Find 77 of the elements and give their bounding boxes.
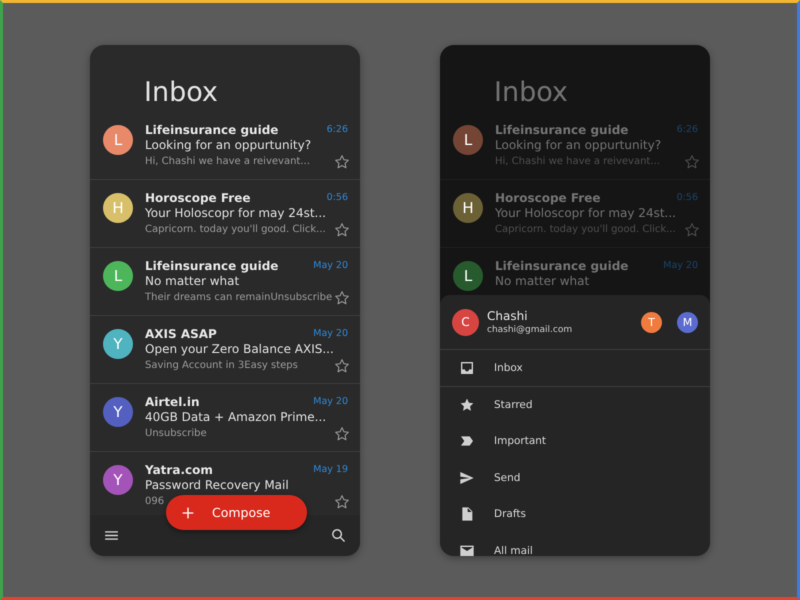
sender-name: Lifeinsurance guide	[495, 258, 628, 272]
envelope-icon	[459, 542, 475, 556]
sender-name: Airtel.in	[145, 394, 200, 408]
email-time: May 20	[313, 396, 348, 407]
email-row[interactable]: L Lifeinsurance guide May 20 No matter what Their dreams can remainUnsubscribe	[90, 248, 360, 316]
sender-name: Lifeinsurance guide	[145, 258, 278, 272]
account-email: chashi@gmail.com	[487, 325, 574, 335]
avatar: H	[453, 193, 483, 223]
account-avatar[interactable]: C	[452, 308, 479, 336]
sender-name: Horoscope Free	[495, 190, 600, 204]
email-subject: Password Recovery Mail	[145, 478, 290, 494]
sender-name: Yatra.com	[145, 462, 213, 476]
email-time: May 20	[663, 260, 698, 271]
drawer-item[interactable]: Drafts	[440, 496, 710, 532]
email-time: 0:56	[676, 192, 698, 203]
email-subject: Your Holoscopr for may 24st...	[145, 206, 327, 222]
email-time: May 19	[313, 464, 348, 475]
email-row[interactable]: H Horoscope Free 0:56 Your Holoscopr for may 24st... Capricorn. today you'll good. Click...	[440, 180, 710, 248]
avatar: Y	[103, 329, 133, 359]
plus-icon	[180, 504, 196, 520]
sender-name: Horoscope Free	[145, 190, 250, 204]
email-subject: No matter what	[495, 274, 590, 290]
email-time: 0:56	[326, 192, 348, 203]
avatar: L	[453, 125, 483, 155]
star-icon[interactable]	[334, 358, 350, 374]
inbox-title: Inbox	[494, 79, 568, 106]
avatar: Y	[103, 397, 133, 427]
email-subject: 40GB Data + Amazon Prime...	[145, 410, 328, 426]
email-time: May 20	[313, 260, 348, 271]
email-preview: Unsubscribe	[145, 428, 207, 439]
sender-name: AXIS ASAP	[145, 326, 217, 340]
email-row[interactable]: L Lifeinsurance guide 6:26 Looking for an oppurtunity? Hi, Chashi we have a reivevant...	[440, 112, 710, 180]
email-preview: Hi, Chashi we have a reivevant...	[495, 156, 660, 167]
email-row[interactable]: Y AXIS ASAP May 20 Open your Zero Balance AXIS... Saving Account in 3Easy steps	[90, 316, 360, 384]
email-subject: Your Holoscopr for may 24st...	[495, 206, 677, 222]
star-icon[interactable]	[684, 222, 700, 238]
email-subject: Looking for an oppurtunity?	[495, 138, 662, 154]
avatar: H	[103, 193, 133, 223]
email-preview: Their dreams can remainUnsubscribe	[145, 292, 332, 303]
email-row[interactable]: Y Airtel.in May 20 40GB Data + Amazon Prime... Unsubscribe	[90, 384, 360, 452]
star-icon[interactable]	[334, 426, 350, 442]
email-time: May 20	[313, 328, 348, 339]
account-avatar[interactable]: M	[677, 312, 698, 332]
star-icon[interactable]	[334, 494, 350, 510]
drawer-item[interactable]: All mail	[440, 532, 710, 556]
avatar: Y	[103, 465, 133, 495]
email-preview: Capricorn. today you'll good. Click...	[145, 224, 326, 235]
send-icon	[459, 470, 475, 486]
compose-button[interactable]: Compose	[166, 495, 307, 530]
avatar: L	[453, 261, 483, 291]
drawer-item[interactable]: Important	[440, 423, 710, 460]
search-icon[interactable]	[330, 527, 347, 544]
email-row[interactable]: H Horoscope Free 0:56 Your Holoscopr for may 24st... Capricorn. today you'll good. Click...	[90, 180, 360, 248]
drawer-item[interactable]: Inbox	[440, 350, 710, 386]
email-preview: 096	[145, 496, 164, 507]
sender-name: Lifeinsurance guide	[145, 122, 278, 136]
star-icon[interactable]	[684, 154, 700, 170]
sender-name: Lifeinsurance guide	[495, 122, 628, 136]
tray-icon	[459, 360, 475, 376]
email-time: 6:26	[676, 124, 698, 135]
inbox-title: Inbox	[144, 79, 218, 106]
star-icon[interactable]	[334, 154, 350, 170]
email-row[interactable]: L Lifeinsurance guide 6:26 Looking for an oppurtunity? Hi, Chashi we have a reivevant...	[90, 112, 360, 180]
avatar: L	[103, 125, 133, 155]
avatar: L	[103, 261, 133, 291]
email-preview: Hi, Chashi we have a reivevant...	[145, 156, 310, 167]
star-icon[interactable]	[334, 222, 350, 238]
email-subject: No matter what	[145, 274, 240, 290]
email-preview: Capricorn. today you'll good. Click...	[495, 224, 676, 235]
star-icon[interactable]	[334, 290, 350, 306]
email-subject: Open your Zero Balance AXIS...	[145, 342, 335, 358]
email-time: 6:26	[326, 124, 348, 135]
email-subject: Looking for an oppurtunity?	[145, 138, 312, 154]
email-preview: Saving Account in 3Easy steps	[145, 360, 298, 371]
drawer-item[interactable]: Send	[440, 460, 710, 496]
drawer-item[interactable]: Starred	[440, 386, 710, 423]
star-icon	[459, 396, 475, 413]
